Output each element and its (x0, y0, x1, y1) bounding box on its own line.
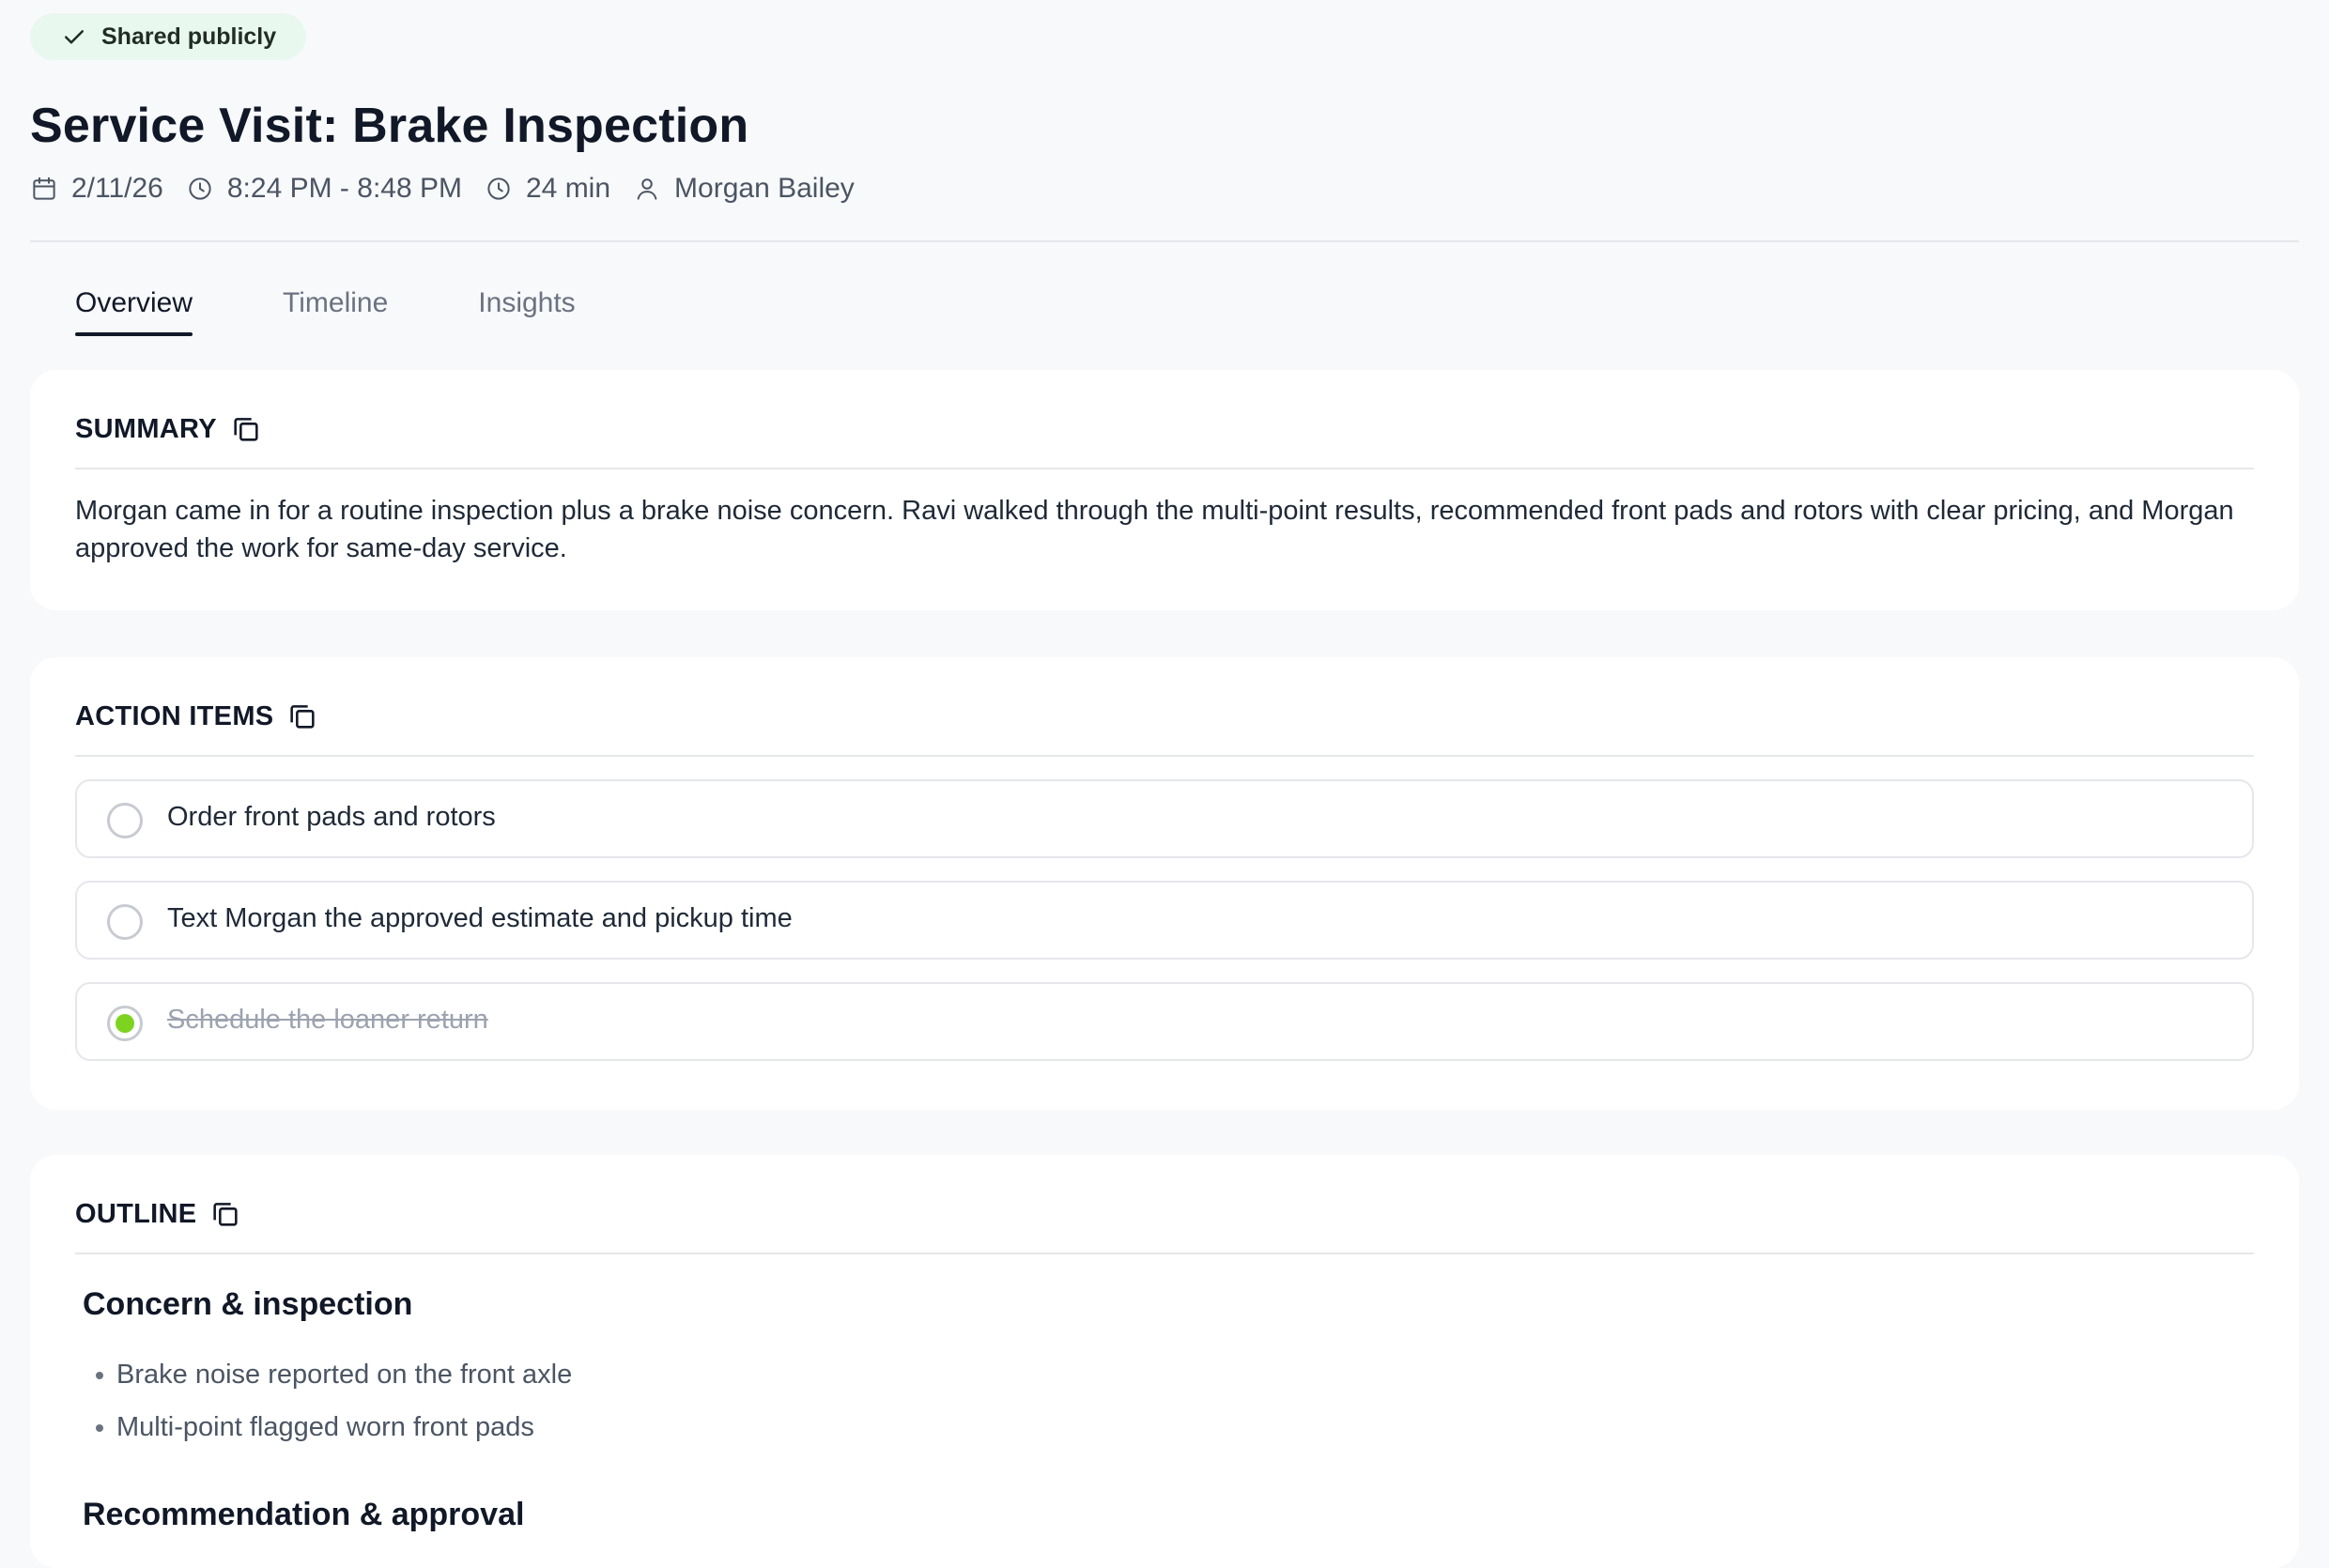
check-icon (65, 30, 84, 44)
tab-overview[interactable]: Overview (75, 287, 193, 336)
summary-header: SUMMARY (75, 413, 2254, 445)
summary-text: Morgan came in for a routine inspection … (75, 496, 2234, 563)
tab-insights[interactable]: Insights (478, 287, 575, 336)
outline-bullet: Brake noise reported on the front axle (96, 1360, 572, 1391)
shared-badge-label: Shared publicly (101, 23, 277, 50)
action-items-card: ACTION ITEMS Order front pads and rotors… (30, 657, 2299, 1110)
meta-time: 8:24 PM - 8:48 PM (186, 173, 462, 205)
duration-clock-icon (487, 177, 510, 200)
shared-badge[interactable]: Shared publicly (30, 13, 307, 60)
meta-date-text: 2/11/26 (71, 173, 163, 204)
action-items-header: ACTION ITEMS (75, 700, 2254, 732)
bullet-dot (96, 1371, 103, 1379)
meta-person-text: Morgan Bailey (674, 173, 855, 204)
action-items-divider (75, 755, 2254, 757)
clock-icon (189, 177, 211, 200)
action-item-checkbox[interactable] (107, 803, 143, 838)
action-item[interactable]: Order front pads and rotors (75, 779, 2254, 858)
outline-bullet-text: Brake noise reported on the front axle (116, 1360, 573, 1390)
outline-header: OUTLINE (75, 1198, 2254, 1230)
copy-icon[interactable] (286, 700, 318, 732)
meta-date: 2/11/26 (30, 173, 163, 205)
action-item-checkbox-checked[interactable] (107, 1006, 143, 1041)
outline-bullet-text: Multi-point flagged worn front pads (116, 1412, 534, 1442)
meta-time-text: 8:24 PM - 8:48 PM (226, 173, 462, 204)
page-title: Service Visit: Brake Inspection (30, 99, 749, 153)
outline-bullet: Multi-point flagged worn front pads (96, 1412, 534, 1443)
tab-timeline[interactable]: Timeline (283, 287, 388, 336)
meta-duration-text: 24 min (525, 173, 611, 204)
outline-divider (75, 1253, 2254, 1254)
meta-person: Morgan Bailey (633, 173, 855, 205)
action-item-label: Order front pads and rotors (167, 802, 496, 832)
visit-meta: 2/11/26 8:24 PM - 8:48 PM 24 min Morgan … (30, 173, 855, 205)
copy-icon[interactable] (230, 413, 262, 445)
header-divider (30, 240, 2299, 242)
copy-icon[interactable] (209, 1198, 241, 1230)
summary-divider (75, 468, 2254, 469)
calendar-icon (33, 177, 55, 200)
bullet-dot (96, 1423, 103, 1432)
outline-section-heading: Recommendation & approval (83, 1497, 525, 1532)
tab-bar: Overview Timeline Insights (75, 287, 576, 336)
action-item-checkbox[interactable] (107, 904, 143, 940)
summary-card: SUMMARY Morgan came in for a routine ins… (30, 370, 2299, 610)
outline-section-heading: Concern & inspection (83, 1286, 413, 1322)
user-icon (637, 178, 657, 200)
action-item-label: Text Morgan the approved estimate and pi… (167, 903, 793, 933)
action-item[interactable]: Text Morgan the approved estimate and pi… (75, 881, 2254, 960)
action-item-label: Schedule the loaner return (167, 1005, 488, 1035)
summary-title: SUMMARY (75, 413, 217, 444)
meta-duration: 24 min (485, 173, 610, 205)
action-item-completed[interactable]: Schedule the loaner return (75, 982, 2254, 1061)
action-items-title: ACTION ITEMS (75, 700, 274, 731)
outline-card: OUTLINE Concern & inspection Brake noise… (30, 1155, 2299, 1568)
page: Shared publicly Service Visit: Brake Ins… (0, 0, 2329, 1568)
outline-title: OUTLINE (75, 1198, 197, 1229)
